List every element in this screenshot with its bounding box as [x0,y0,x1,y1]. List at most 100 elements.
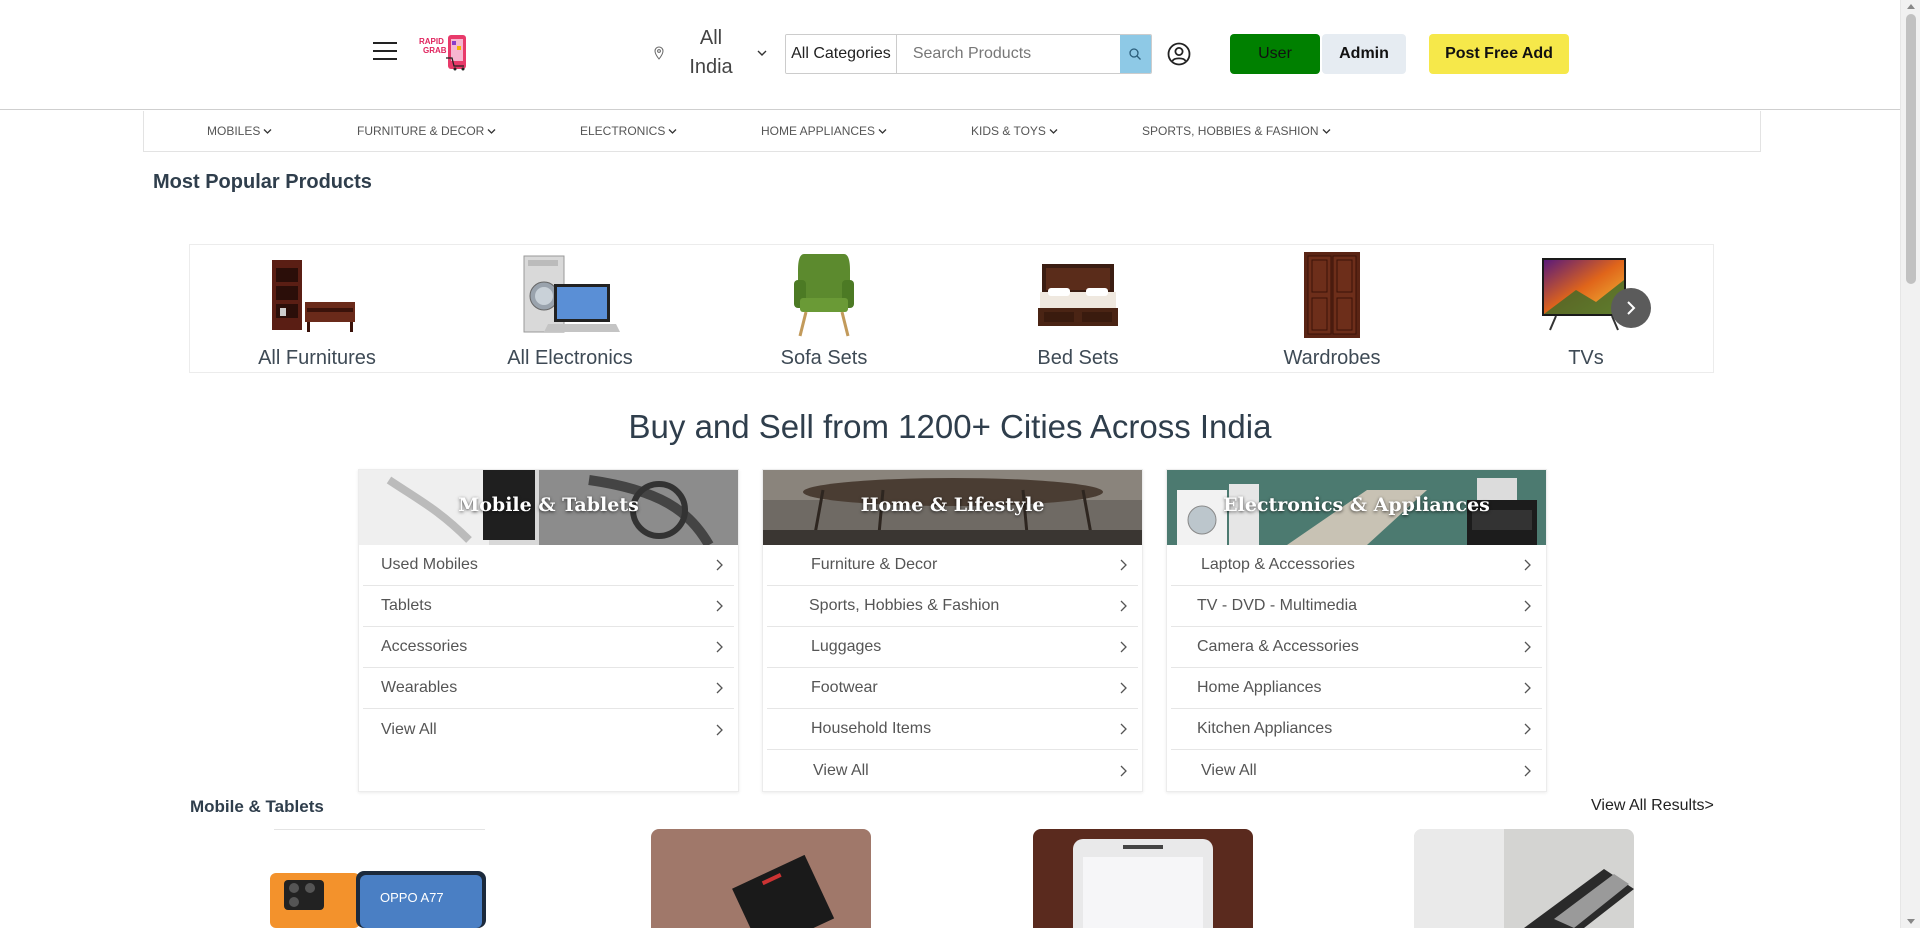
chevron-right-icon [1627,301,1636,315]
location-pin-icon [654,46,664,60]
location-selector[interactable]: All India [683,24,739,82]
card-link-view-all[interactable]: View All [1171,750,1542,791]
chevron-right-icon [1524,600,1531,612]
chevron-right-icon [716,559,723,571]
chevron-down-icon [263,128,272,134]
product-photo [1414,829,1634,928]
card-title: Home & Lifestyle [860,494,1045,516]
card-link-label: Sports, Hobbies & Fashion [809,597,1000,614]
nav-item-kids-toys[interactable]: KIDS & TOYS [971,124,1058,138]
carousel-item-furnitures[interactable]: All Furnitures [217,245,417,374]
chevron-right-icon [1524,723,1531,735]
chevron-down-icon [1049,128,1058,134]
user-button[interactable]: User [1230,34,1320,74]
carousel-item-bed-sets[interactable]: Bed Sets [978,245,1178,374]
card-link-kitchen-appliances[interactable]: Kitchen Appliances [1171,709,1542,750]
search-input[interactable] [896,35,1120,73]
carousel-item-tvs[interactable]: TVs [1486,245,1686,374]
card-link-label: Kitchen Appliances [1197,720,1333,737]
card-link-view-all[interactable]: View All [767,750,1138,791]
chevron-right-icon [1120,600,1127,612]
search-bar: All Categories [785,34,1152,74]
view-all-results-link[interactable]: View All Results> [1591,797,1714,815]
scroll-up-arrow-icon[interactable] [1907,4,1915,9]
card-link-laptop-accessories[interactable]: Laptop & Accessories [1171,545,1542,586]
furniture-image [272,260,355,332]
electronics-image [523,255,620,333]
card-link-wearables[interactable]: Wearables [363,668,734,709]
popular-products-title: Most Popular Products [153,171,372,193]
product-card-1[interactable]: OPPO A77 [270,868,490,928]
card-link-sports-fashion[interactable]: Sports, Hobbies & Fashion [767,586,1138,627]
chevron-right-icon [1524,559,1531,571]
product-card-3[interactable] [1033,829,1253,928]
logo-text-grab: GRAB [423,46,447,55]
chevron-right-icon [1524,641,1531,653]
carousel-item-wardrobes[interactable]: Wardrobes [1232,245,1432,374]
nav-item-mobiles[interactable]: MOBILES [207,124,272,138]
card-link-label: Laptop & Accessories [1201,556,1355,573]
card-link-camera-accessories[interactable]: Camera & Accessories [1171,627,1542,668]
product-phone-brand: OPPO A77 [380,890,444,905]
bed-image [1038,264,1118,326]
page-scrollbar[interactable] [1900,0,1920,928]
card-link-tablets[interactable]: Tablets [363,586,734,627]
card-link-label: Tablets [381,597,432,614]
card-link-home-appliances[interactable]: Home Appliances [1171,668,1542,709]
card-title: Mobile & Tablets [458,494,639,516]
card-link-household-items[interactable]: Household Items [767,709,1138,750]
card-banner: Mobile & Tablets [359,470,738,545]
chevron-down-icon [487,128,496,134]
site-logo[interactable]: RAPID GRAB [418,34,470,72]
card-link-label: Accessories [381,638,468,655]
chevron-right-icon [716,724,723,735]
card-link-label: Used Mobiles [381,556,478,573]
product-card-4[interactable] [1414,829,1634,928]
carousel-next-button[interactable] [1611,288,1651,328]
card-link-footwear[interactable]: Footwear [767,668,1138,709]
chevron-down-icon[interactable] [756,48,768,58]
card-link-label: Household Items [811,720,932,737]
nav-item-label: MOBILES [207,124,261,138]
search-button[interactable] [1119,35,1151,73]
scroll-down-arrow-icon[interactable] [1907,919,1915,924]
card-link-view-all[interactable]: View All [363,709,734,750]
card-link-label: TV - DVD - Multimedia [1197,597,1358,614]
card-link-label: Furniture & Decor [811,556,938,573]
card-link-tv-dvd-multimedia[interactable]: TV - DVD - Multimedia [1171,586,1542,627]
user-account-icon[interactable] [1167,42,1191,66]
card-link-label: Home Appliances [1197,679,1322,696]
chevron-down-icon [1322,128,1330,134]
chevron-down-icon [878,128,887,134]
category-select[interactable]: All Categories [786,35,897,73]
cities-headline: Buy and Sell from 1200+ Cities Across In… [628,408,1272,445]
post-free-ad-button[interactable]: Post Free Add [1429,34,1569,74]
section-title: Mobile & Tablets [190,797,324,816]
menu-icon[interactable] [373,42,397,62]
card-link-luggages[interactable]: Luggages [767,627,1138,668]
scrollbar-thumb[interactable] [1906,14,1916,284]
nav-item-electronics[interactable]: ELECTRONICS [580,124,677,138]
carousel-item-electronics[interactable]: All Electronics [470,245,670,374]
chevron-right-icon [1524,682,1531,694]
category-card-electronics-appliances: Electronics & Appliances Laptop & Access… [1166,469,1547,792]
card-link-label: View All [1201,761,1257,779]
card-link-label: Luggages [811,638,882,655]
admin-button[interactable]: Admin [1322,34,1406,74]
section-divider [274,829,485,830]
nav-item-furniture[interactable]: FURNITURE & DECOR [357,124,496,138]
nav-item-home-appliances[interactable]: HOME APPLIANCES [761,124,887,138]
card-link-label: View All [813,761,869,779]
product-phone-image: OPPO A77 [270,868,490,928]
popular-products-carousel: All Furnitures All Electronics Sofa Sets [189,244,1714,373]
sofa-image [794,254,854,337]
card-link-accessories[interactable]: Accessories [363,627,734,668]
chevron-right-icon [716,600,723,612]
logo-text-rapid: RAPID [419,37,444,46]
product-card-2[interactable] [651,829,871,928]
card-link-furniture-decor[interactable]: Furniture & Decor [767,545,1138,586]
nav-item-label: SPORTS, HOBBIES & FASHION [1142,124,1319,138]
carousel-item-sofa-sets[interactable]: Sofa Sets [724,245,924,374]
card-link-used-mobiles[interactable]: Used Mobiles [363,545,734,586]
nav-item-sports-fashion[interactable]: SPORTS, HOBBIES & FASHION [1142,124,1331,138]
